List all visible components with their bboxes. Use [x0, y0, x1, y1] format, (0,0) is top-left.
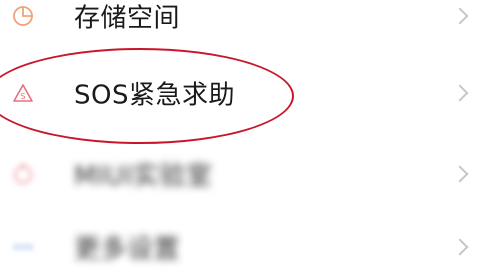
menu-item-sos[interactable]: S SOS紧急求助 — [0, 55, 494, 131]
chevron-right-icon — [451, 165, 469, 183]
menu-item-label: MIUI实验室 — [74, 161, 213, 192]
menu-item-miui-lab[interactable]: MIUI实验室 — [0, 136, 494, 212]
more-dots-icon — [12, 236, 34, 258]
menu-item-label: 更多设置 — [74, 234, 181, 265]
chevron-right-icon — [451, 7, 469, 25]
chevron-right-icon — [451, 238, 469, 256]
stopwatch-icon — [12, 163, 34, 185]
settings-screen: 存储空间 S SOS紧急求助 MIUI实验室 更多设置 — [0, 0, 494, 278]
menu-item-label: 存储空间 — [74, 3, 181, 34]
pie-chart-icon — [12, 5, 34, 27]
menu-item-label: SOS紧急求助 — [74, 80, 235, 111]
svg-text:S: S — [20, 92, 25, 101]
menu-item-storage[interactable]: 存储空间 — [0, 0, 494, 54]
chevron-right-icon — [451, 84, 469, 102]
menu-item-more-settings[interactable]: 更多设置 — [0, 209, 494, 278]
sos-alert-icon: S — [12, 82, 34, 104]
